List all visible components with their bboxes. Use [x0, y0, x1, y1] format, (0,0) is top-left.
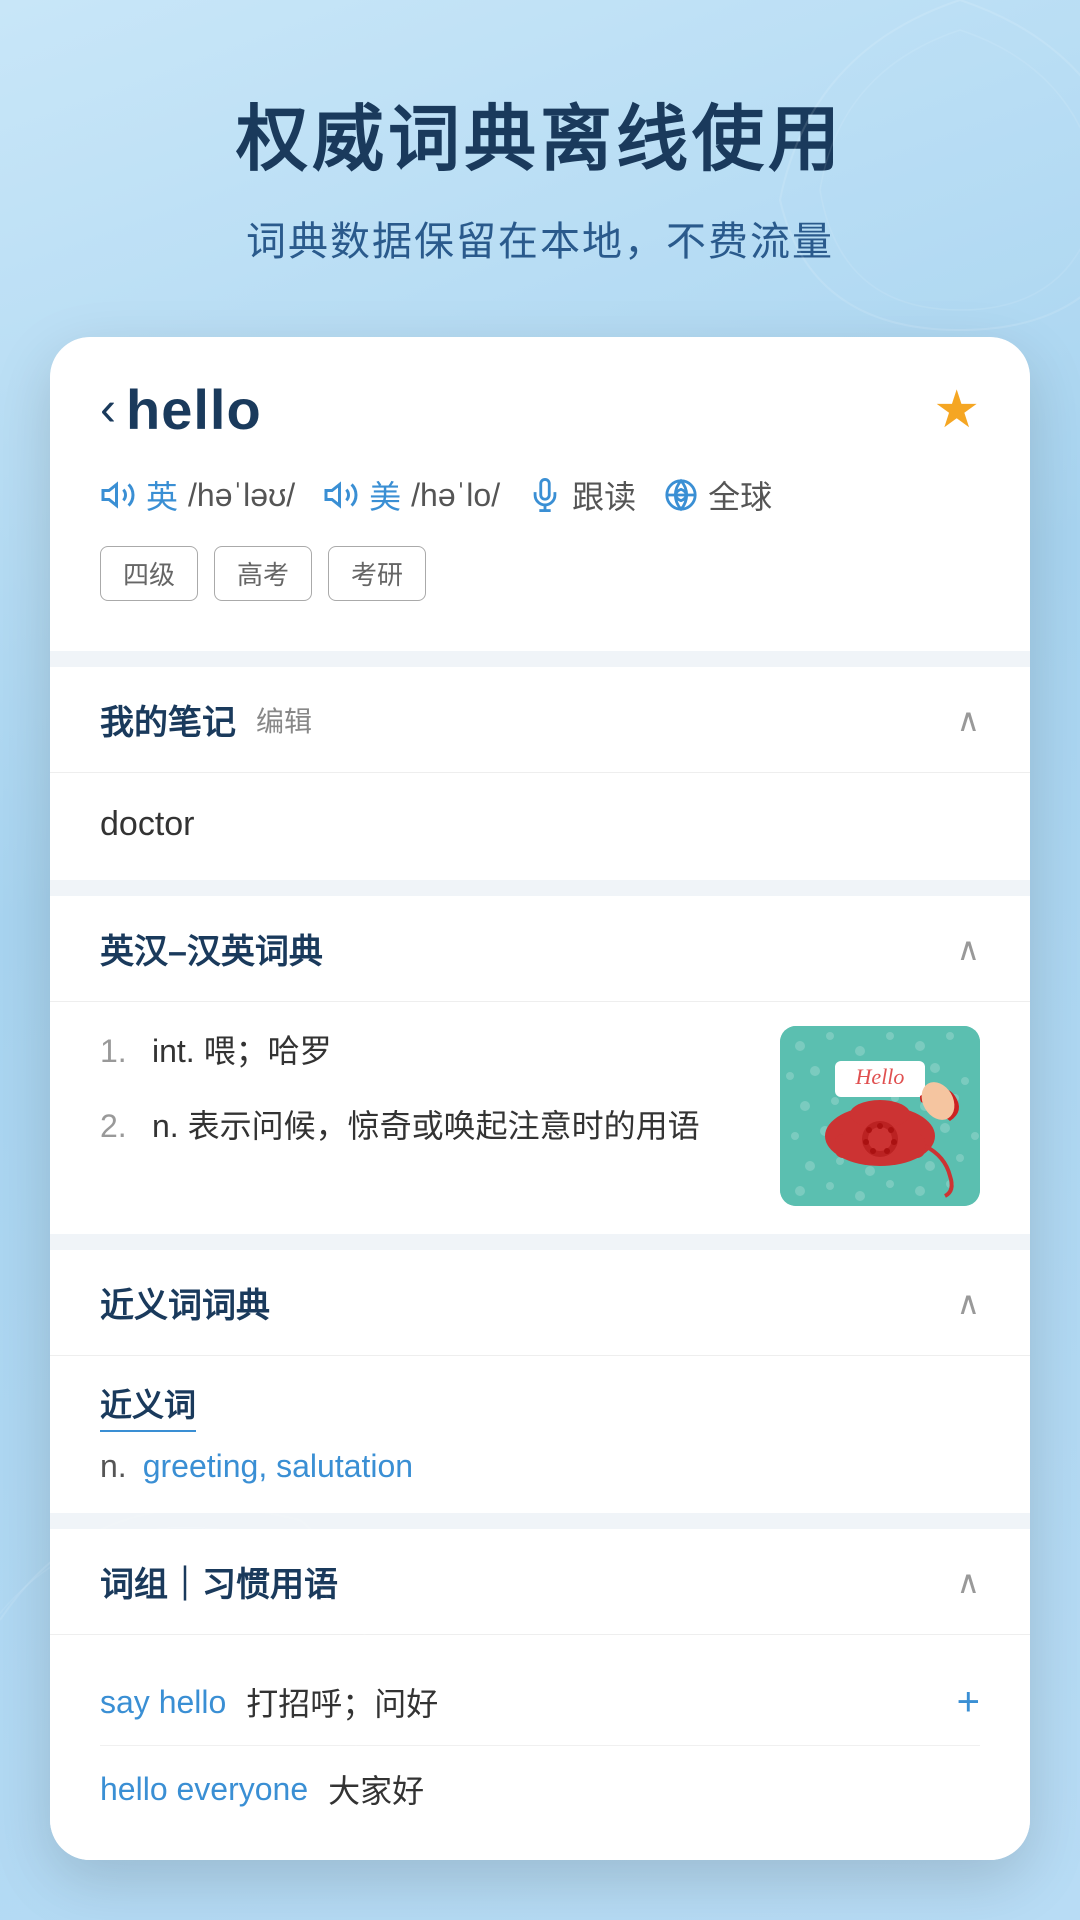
def-num-1: 1. [100, 1026, 140, 1077]
phrases-collapse-icon[interactable]: ∧ [957, 1563, 980, 1601]
dictionary-title: 英汉–汉英词典 [100, 924, 323, 973]
definition-2: 2. n. 表示问候，惊奇或唤起注意时的用语 [100, 1101, 760, 1152]
pronunciation-row: 英 /həˈləʊ/ 美 /həˈlo/ [100, 472, 980, 518]
phrase-en-1[interactable]: say hello [100, 1684, 226, 1721]
definition-1: 1. int. 喂；哈罗 [100, 1026, 760, 1077]
bookmark-star-icon[interactable]: ★ [933, 380, 980, 440]
synonyms-title: 近义词词典 [100, 1278, 270, 1327]
svg-text:Hello: Hello [855, 1064, 905, 1089]
back-button[interactable]: ‹ [100, 386, 116, 434]
american-label: 美 [369, 472, 401, 518]
def-num-2: 2. [100, 1101, 140, 1152]
notes-collapse-icon[interactable]: ∧ [957, 701, 980, 739]
tag-gaokao: 高考 [214, 546, 312, 601]
american-pronunciation[interactable]: 美 /həˈlo/ [323, 472, 500, 518]
mic-icon [528, 478, 562, 512]
follow-read-label: 跟读 [572, 472, 636, 518]
dictionary-section: 英汉–汉英词典 ∧ 1. int. 喂；哈罗 2. n. 表示问候，惊奇或唤起注… [50, 896, 1030, 1234]
phrase-cn-1: 打招呼；问好 [246, 1679, 438, 1725]
def-text-2: n. 表示问候，惊奇或唤起注意时的用语 [152, 1101, 700, 1152]
word-display: hello [126, 377, 262, 442]
phrase-item-2: hello everyone 大家好 [100, 1746, 980, 1832]
global-icon [664, 478, 698, 512]
american-text: /həˈlo/ [411, 477, 500, 514]
phrases-title: 词组｜习惯用语 [100, 1557, 338, 1606]
speaker-icon [100, 477, 136, 513]
definitions-area: 1. int. 喂；哈罗 2. n. 表示问候，惊奇或唤起注意时的用语 [100, 1026, 760, 1176]
main-title: 权威词典离线使用 [60, 80, 1020, 185]
notes-title: 我的笔记 [100, 695, 236, 744]
def-text-1: int. 喂；哈罗 [152, 1026, 332, 1077]
phrases-section: 词组｜习惯用语 ∧ say hello 打招呼；问好 + hello every… [50, 1529, 1030, 1860]
synonym-row: n. greeting, salutation [100, 1448, 980, 1485]
speaker-icon-2 [323, 477, 359, 513]
british-text: /həˈləʊ/ [188, 477, 295, 514]
synonym-words: greeting, salutation [143, 1448, 413, 1485]
tag-kaoyan: 考研 [328, 546, 426, 601]
follow-read-button[interactable]: 跟读 [528, 472, 636, 518]
word-header: ‹ hello ★ 英 /həˈləʊ/ [50, 337, 1030, 651]
sub-title: 词典数据保留在本地，不费流量 [60, 209, 1020, 267]
phrase-en-2[interactable]: hello everyone [100, 1771, 308, 1808]
british-label: 英 [146, 472, 178, 518]
british-pronunciation[interactable]: 英 /həˈləʊ/ [100, 472, 295, 518]
tags-row: 四级 高考 考研 [100, 546, 980, 601]
synonym-label: 近义词 [100, 1380, 196, 1432]
phrase-item-1: say hello 打招呼；问好 + [100, 1659, 980, 1746]
notes-content: doctor [100, 797, 980, 852]
hello-illustration: Hello [780, 1026, 980, 1206]
phrase-cn-2: 大家好 [328, 1766, 424, 1812]
global-button[interactable]: 全球 [664, 472, 772, 518]
synonyms-collapse-icon[interactable]: ∧ [957, 1284, 980, 1322]
header-section: 权威词典离线使用 词典数据保留在本地，不费流量 [0, 0, 1080, 317]
dictionary-collapse-icon[interactable]: ∧ [957, 930, 980, 968]
main-card: ‹ hello ★ 英 /həˈləʊ/ [50, 337, 1030, 1860]
global-label: 全球 [708, 472, 772, 518]
synonym-pos: n. [100, 1448, 127, 1485]
tag-cet4: 四级 [100, 546, 198, 601]
add-phrase-1-button[interactable]: + [957, 1680, 980, 1725]
notes-section: 我的笔记 编辑 ∧ doctor [50, 667, 1030, 880]
synonyms-section: 近义词词典 ∧ 近义词 n. greeting, salutation [50, 1250, 1030, 1513]
notes-edit-button[interactable]: 编辑 [256, 700, 312, 740]
